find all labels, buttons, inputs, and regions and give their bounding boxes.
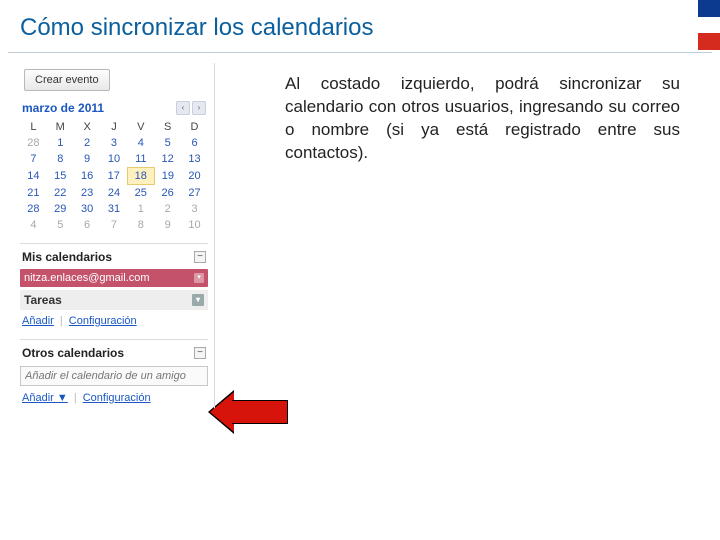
calendar-day[interactable]: 24 [101,185,128,202]
prev-month-button[interactable]: ‹ [176,101,190,115]
calendar-day[interactable]: 19 [154,168,181,185]
mini-calendar: LMXJVSD 28123456789101112131415161718192… [20,119,208,233]
calendar-day[interactable]: 3 [181,201,208,217]
calendar-day[interactable]: 5 [47,217,74,233]
page-title: Cómo sincronizar los calendarios [0,0,720,52]
create-event-button[interactable]: Crear evento [24,69,110,91]
other-calendars-header: Otros calendarios [22,346,124,360]
calendar-day[interactable]: 31 [101,201,128,217]
add-friend-calendar-input[interactable] [20,366,208,386]
calendar-day[interactable]: 7 [101,217,128,233]
calendar-day[interactable]: 28 [20,201,47,217]
calendar-day[interactable]: 13 [181,151,208,168]
weekday-header: M [47,119,74,135]
calendar-day[interactable]: 10 [101,151,128,168]
calendar-day[interactable]: 12 [154,151,181,168]
weekday-header: D [181,119,208,135]
calendar-day[interactable]: 9 [154,217,181,233]
calendar-day[interactable]: 4 [127,135,154,151]
calendar-day[interactable]: 27 [181,185,208,202]
weekday-header: X [74,119,101,135]
my-calendars-header: Mis calendarios [22,250,112,264]
calendar-day[interactable]: 29 [47,201,74,217]
calendar-day[interactable]: 9 [74,151,101,168]
calendar-day[interactable]: 8 [47,151,74,168]
instruction-paragraph: Al costado izquierdo, podrá sincronizar … [215,63,720,412]
flag-decoration-bottom [698,520,720,540]
weekday-header: L [20,119,47,135]
calendar-day[interactable]: 30 [74,201,101,217]
calendar-day[interactable]: 22 [47,185,74,202]
calendar-day[interactable]: 6 [74,217,101,233]
calendar-day[interactable]: 25 [127,185,154,202]
calendar-day[interactable]: 6 [181,135,208,151]
dropdown-icon[interactable]: ▾ [192,294,204,306]
calendar-day[interactable]: 11 [127,151,154,168]
pointer-arrow [210,392,290,432]
calendar-day[interactable]: 2 [74,135,101,151]
calendar-day[interactable]: 23 [74,185,101,202]
calendar-day[interactable]: 28 [20,135,47,151]
calendar-day[interactable]: 16 [74,168,101,185]
calendar-day[interactable]: 18 [127,168,154,185]
calendar-day[interactable]: 15 [47,168,74,185]
add-other-calendar-link[interactable]: Añadir ▼ [22,392,68,404]
calendar-day[interactable]: 1 [127,201,154,217]
calendar-day[interactable]: 10 [181,217,208,233]
collapse-icon[interactable]: − [194,347,206,359]
calendar-day[interactable]: 2 [154,201,181,217]
dropdown-icon[interactable]: ▾ [194,273,204,283]
title-divider [8,52,712,53]
config-other-link[interactable]: Configuración [83,392,151,404]
flag-decoration [698,0,720,50]
calendar-day[interactable]: 26 [154,185,181,202]
calendar-day[interactable]: 5 [154,135,181,151]
tasks-label: Tareas [24,293,62,307]
next-month-button[interactable]: › [192,101,206,115]
calendar-day[interactable]: 1 [47,135,74,151]
calendar-day[interactable]: 21 [20,185,47,202]
calendar-item-label: nitza.enlaces@gmail.com [24,272,150,284]
config-link[interactable]: Configuración [69,315,137,327]
calendar-day[interactable]: 8 [127,217,154,233]
calendar-item-primary[interactable]: nitza.enlaces@gmail.com ▾ [20,269,208,287]
calendar-day[interactable]: 17 [101,168,128,185]
tasks-item[interactable]: Tareas ▾ [20,290,208,310]
collapse-icon[interactable]: − [194,251,206,263]
add-calendar-link[interactable]: Añadir [22,315,54,327]
calendar-day[interactable]: 7 [20,151,47,168]
weekday-header: V [127,119,154,135]
calendar-sidebar: Crear evento marzo de 2011 ‹ › LMXJVSD 2… [20,63,215,412]
calendar-day[interactable]: 3 [101,135,128,151]
calendar-day[interactable]: 14 [20,168,47,185]
weekday-header: S [154,119,181,135]
weekday-header: J [101,119,128,135]
month-label: marzo de 2011 [22,101,104,115]
calendar-day[interactable]: 4 [20,217,47,233]
calendar-day[interactable]: 20 [181,168,208,185]
